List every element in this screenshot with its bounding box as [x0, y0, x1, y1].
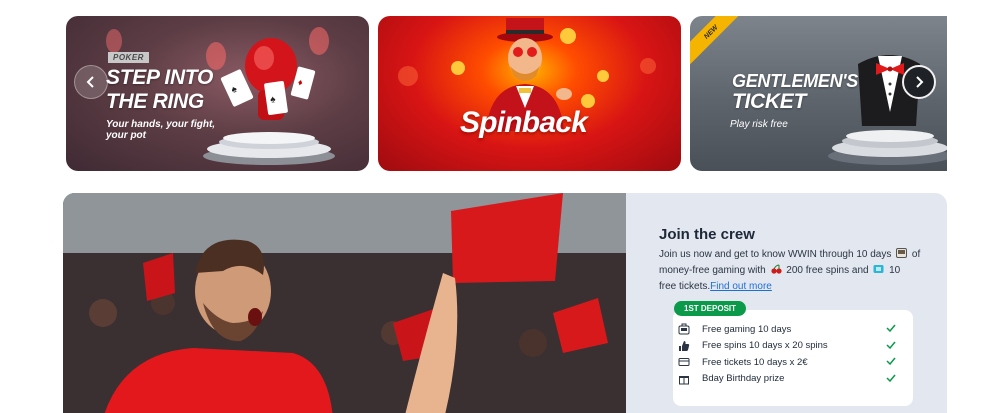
carousel-next-button[interactable] — [902, 65, 936, 99]
join-description: Join us now and get to know WWIN through… — [659, 248, 921, 292]
join-title: Join the crew — [659, 226, 755, 243]
banner-poker[interactable]: ♠ ♦ ♠ POKER STEP INTO THE RING Your hand… — [66, 16, 369, 171]
spinback-illustration — [398, 18, 656, 131]
check-icon — [886, 374, 896, 382]
list-item: Free gaming 10 days — [678, 321, 906, 338]
check-icon — [886, 324, 896, 333]
gentlemens-title-line2: TICKET — [732, 90, 807, 113]
poker-subtitle-line2: your pot — [106, 130, 146, 141]
ticket-icon — [678, 356, 690, 368]
gentlemens-subtitle: Play risk free — [730, 119, 788, 130]
promo-carousel: ♠ ♦ ♠ POKER STEP INTO THE RING Your hand… — [66, 16, 947, 171]
poker-tag: POKER — [108, 52, 149, 63]
list-item: Free tickets 10 days x 2€ — [678, 354, 906, 371]
chevron-right-icon — [916, 76, 924, 88]
promotions-page: ♠ ♦ ♠ POKER STEP INTO THE RING Your hand… — [0, 0, 1000, 413]
poker-title-line1: STEP INTO — [106, 66, 213, 89]
hero-image-fans — [63, 193, 626, 413]
check-icon — [886, 341, 896, 349]
poker-title-line2: THE RING — [106, 90, 204, 113]
gamepad-icon — [678, 323, 690, 335]
ticket-icon — [873, 265, 884, 273]
join-section: Join the crew Join us now and get to kno… — [63, 193, 947, 413]
spinback-title: Spinback — [460, 106, 588, 139]
check-icon — [886, 357, 896, 366]
gift-icon — [678, 373, 690, 385]
fans-illustration — [63, 193, 626, 413]
first-deposit-badge: 1ST DEPOSIT — [674, 301, 747, 316]
list-item: Free spins 10 days x 20 spins — [678, 338, 906, 355]
find-out-more-link[interactable]: Find out more — [710, 281, 772, 292]
chevron-left-icon — [86, 76, 94, 88]
cherry-icon — [770, 264, 782, 274]
banner-spinback[interactable]: Spinback — [378, 16, 681, 171]
benefits-list: Free gaming 10 days Free spins 10 days x… — [678, 321, 906, 387]
list-item: Bday Birthday prize — [678, 371, 906, 388]
thumbs-up-icon — [678, 340, 690, 352]
join-panel: Join the crew Join us now and get to kno… — [626, 193, 947, 413]
gentlemens-title-line1: GENTLEMEN'S — [732, 71, 858, 91]
gamepad-icon — [896, 248, 908, 258]
carousel-prev-button[interactable] — [74, 65, 108, 99]
